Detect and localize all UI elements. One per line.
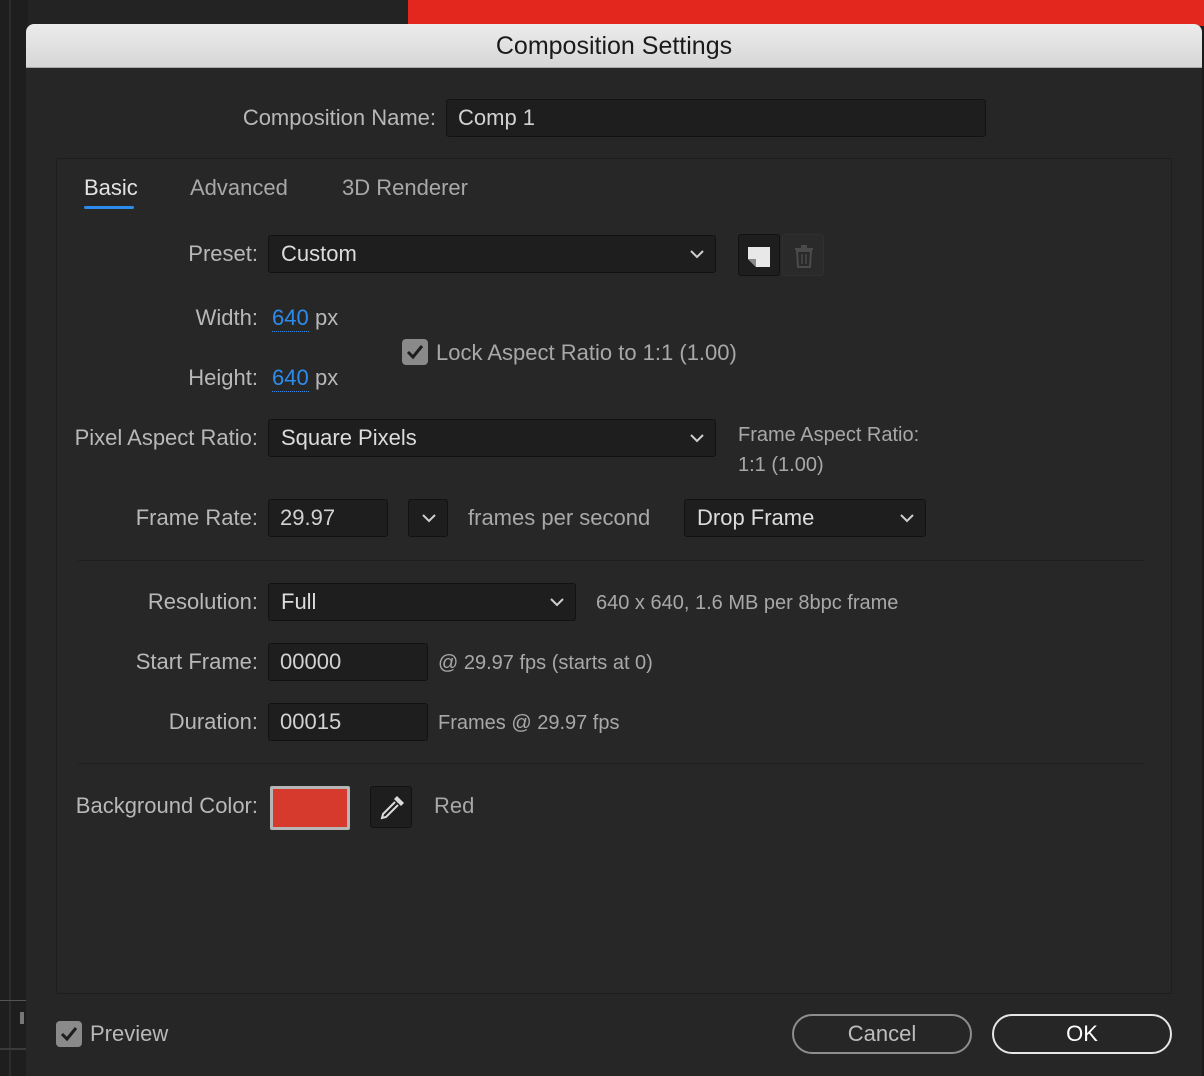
tab-3d-renderer[interactable]: 3D Renderer	[342, 175, 468, 201]
chevron-down-icon	[549, 596, 565, 608]
ok-button[interactable]: OK	[992, 1014, 1172, 1054]
app-left-edge	[0, 0, 28, 1076]
frame-aspect-label: Frame Aspect Ratio:	[738, 424, 920, 446]
app-left-edge-line	[9, 0, 11, 1076]
width-label: Width:	[195, 305, 258, 330]
settings-panel	[56, 158, 1172, 994]
background-color-label: Background Color:	[75, 793, 258, 818]
drop-frame-dropdown[interactable]: Drop Frame	[684, 499, 926, 537]
background-color-fill	[273, 789, 347, 827]
tab-basic-indicator	[84, 206, 134, 209]
app-left-edge-tick	[0, 1000, 26, 1001]
frames-per-second-label: frames per second	[468, 505, 651, 530]
preset-label: Preset:	[188, 241, 258, 266]
delete-preset-button[interactable]	[782, 234, 824, 276]
eyedropper-icon	[380, 796, 404, 820]
chevron-down-icon	[899, 512, 915, 524]
checkmark-icon	[60, 1027, 78, 1042]
width-value[interactable]: 640	[272, 305, 309, 332]
resolution-info: 640 x 640, 1.6 MB per 8bpc frame	[596, 592, 899, 614]
lock-aspect-checkbox[interactable]	[402, 339, 428, 365]
lock-aspect-label[interactable]: Lock Aspect Ratio to 1:1 (1.00)	[436, 340, 737, 366]
composition-name-input[interactable]: Comp 1	[446, 99, 986, 137]
trash-icon	[795, 245, 813, 268]
dialog-title: Composition Settings	[26, 24, 1202, 68]
save-preset-icon	[748, 247, 770, 267]
app-top-dark-area	[28, 0, 408, 26]
preset-dropdown[interactable]: Custom	[268, 235, 716, 273]
app-comp-viewer-red	[408, 0, 1204, 26]
pixel-aspect-label: Pixel Aspect Ratio:	[74, 425, 258, 450]
tab-advanced[interactable]: Advanced	[190, 175, 288, 201]
app-left-edge-bar	[0, 1048, 26, 1050]
background-color-name: Red	[434, 793, 475, 818]
tab-basic[interactable]: Basic	[84, 175, 138, 201]
height-value[interactable]: 640	[272, 365, 309, 392]
preview-label[interactable]: Preview	[90, 1021, 168, 1047]
frame-aspect-value: 1:1 (1.00)	[738, 454, 824, 476]
save-preset-button[interactable]	[738, 234, 780, 276]
resolution-label: Resolution:	[147, 589, 258, 614]
duration-label: Duration:	[168, 709, 258, 734]
eyedropper-button[interactable]	[370, 786, 412, 828]
app-left-edge-marker	[20, 1012, 24, 1024]
resolution-dropdown[interactable]: Full	[268, 583, 576, 621]
start-frame-info: @ 29.97 fps (starts at 0)	[438, 652, 653, 674]
start-frame-input[interactable]: 00000	[268, 643, 428, 681]
chevron-down-icon	[689, 248, 705, 260]
start-frame-label: Start Frame:	[135, 649, 258, 674]
frame-rate-label: Frame Rate:	[135, 505, 258, 530]
frame-rate-input[interactable]: 29.97	[268, 499, 388, 537]
composition-name-label: Composition Name:	[242, 105, 436, 130]
duration-input[interactable]: 00015	[268, 703, 428, 741]
chevron-down-icon	[421, 512, 437, 524]
height-label: Height:	[188, 365, 258, 390]
composition-settings-dialog: Composition Settings Composition Name: C…	[26, 24, 1202, 1076]
duration-info: Frames @ 29.97 fps	[438, 712, 620, 734]
background-color-swatch[interactable]	[270, 786, 350, 830]
drop-frame-value: Drop Frame	[697, 505, 815, 530]
preview-checkbox[interactable]	[56, 1021, 82, 1047]
frame-rate-dropdown[interactable]	[408, 499, 448, 537]
section-divider	[78, 560, 1144, 561]
pixel-aspect-value: Square Pixels	[281, 425, 417, 450]
pixel-aspect-dropdown[interactable]: Square Pixels	[268, 419, 716, 457]
cancel-button[interactable]: Cancel	[792, 1014, 972, 1054]
section-divider	[78, 763, 1144, 764]
preset-value: Custom	[281, 241, 357, 266]
chevron-down-icon	[689, 432, 705, 444]
resolution-value: Full	[281, 589, 317, 614]
checkmark-icon	[406, 345, 424, 360]
height-unit: px	[315, 365, 339, 390]
width-unit: px	[315, 305, 339, 330]
